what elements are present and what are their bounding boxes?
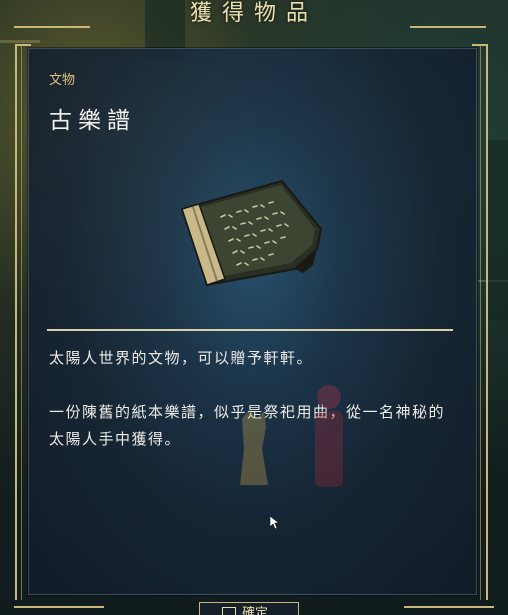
background-beam: [0, 40, 40, 43]
dialog-title: 獲得物品: [189, 1, 318, 26]
background-pillar: [488, 140, 508, 320]
footer-rule-left: [14, 606, 104, 608]
confirm-label: 確定: [242, 606, 269, 615]
item-category: 文物: [49, 73, 76, 88]
character-silhouette: [240, 409, 268, 485]
ancient-music-sheet-icon: [180, 179, 323, 287]
confirm-key-icon: [222, 606, 236, 615]
item-description-line: 太陽人世界的文物，可以贈予軒軒。: [49, 349, 314, 367]
section-divider: [47, 329, 453, 331]
footer-rule-right: [404, 606, 494, 608]
item-name: 古樂譜: [49, 108, 136, 134]
mouse-cursor-icon: [270, 516, 280, 530]
character-silhouette: [315, 385, 343, 487]
game-scene: 獲得物品 文物 古樂譜 太陽人世界的文物，可以贈予軒軒。 一份陳舊的紙本樂譜，似…: [0, 0, 508, 615]
confirm-button[interactable]: 確定: [199, 602, 299, 615]
item-detail-panel: 文物 古樂譜 太陽人世界的文物，可以贈予軒軒。 一份陳舊的紙本樂譜，似乎是祭祀用…: [28, 48, 477, 595]
